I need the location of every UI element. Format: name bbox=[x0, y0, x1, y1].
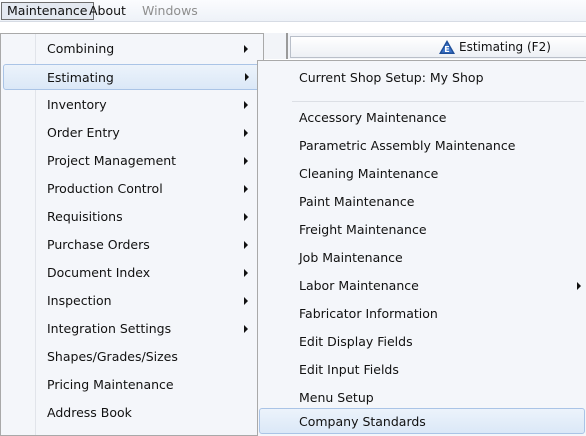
submenu-arrow-icon bbox=[244, 297, 248, 305]
menu-item-label: Inspection bbox=[47, 293, 112, 308]
menu-item-production-control[interactable]: Production Control bbox=[3, 176, 261, 202]
menu-item-label: Integration Settings bbox=[47, 321, 172, 336]
maintenance-dropdown: Combining Estimating Inventory Order Ent… bbox=[0, 33, 264, 436]
menu-separator bbox=[292, 101, 584, 102]
menu-item-label: Accessory Maintenance bbox=[299, 110, 447, 125]
menu-bar: Maintenance About Windows bbox=[0, 0, 586, 22]
menu-item-label: Job Maintenance bbox=[299, 250, 403, 265]
menu-item-label: Edit Input Fields bbox=[299, 362, 399, 377]
menu-item-combining[interactable]: Combining bbox=[3, 36, 261, 62]
menu-item-label: Cleaning Maintenance bbox=[299, 166, 439, 181]
menu-item-label: Estimating bbox=[47, 70, 114, 85]
menu-item-tax-groups[interactable]: Tax Groups bbox=[3, 428, 261, 435]
menu-item-label: Order Entry bbox=[47, 125, 120, 140]
submenu-arrow-icon bbox=[244, 185, 248, 193]
menu-item-order-entry[interactable]: Order Entry bbox=[3, 120, 261, 146]
menu-item-label: Address Book bbox=[47, 405, 132, 420]
tab-estimating[interactable]: E Estimating (F2) bbox=[290, 36, 586, 58]
splitter-handle[interactable] bbox=[286, 33, 288, 59]
menu-item-label: Pricing Maintenance bbox=[47, 377, 174, 392]
menu-item-fabricator-information[interactable]: Fabricator Information bbox=[259, 301, 585, 327]
submenu-arrow-icon bbox=[244, 269, 248, 277]
menu-item-label: Inventory bbox=[47, 97, 107, 112]
svg-text:E: E bbox=[444, 45, 449, 54]
menu-item-job-maintenance[interactable]: Job Maintenance bbox=[259, 245, 585, 271]
menu-item-label: Current Shop Setup: My Shop bbox=[299, 70, 484, 85]
window-tab-strip: E Estimating (F2) bbox=[264, 33, 586, 59]
menu-item-purchase-orders[interactable]: Purchase Orders bbox=[3, 232, 261, 258]
menu-item-label: Labor Maintenance bbox=[299, 278, 419, 293]
menu-item-label: Purchase Orders bbox=[47, 237, 150, 252]
menu-item-cleaning-maintenance[interactable]: Cleaning Maintenance bbox=[259, 161, 585, 187]
menu-item-edit-display-fields[interactable]: Edit Display Fields bbox=[259, 329, 585, 355]
menu-item-current-shop-setup[interactable]: Current Shop Setup: My Shop bbox=[259, 65, 585, 91]
menu-item-label: Paint Maintenance bbox=[299, 194, 415, 209]
submenu-arrow-icon bbox=[244, 213, 248, 221]
menu-item-paint-maintenance[interactable]: Paint Maintenance bbox=[259, 189, 585, 215]
menu-item-shapes-grades-sizes[interactable]: Shapes/Grades/Sizes bbox=[3, 344, 261, 370]
submenu-arrow-icon bbox=[244, 45, 248, 53]
estimating-icon: E bbox=[439, 40, 455, 54]
menu-item-document-index[interactable]: Document Index bbox=[3, 260, 261, 286]
submenu-arrow-icon bbox=[244, 101, 248, 109]
menu-maintenance[interactable]: Maintenance bbox=[1, 2, 94, 20]
submenu-arrow-icon bbox=[577, 282, 581, 290]
menu-item-label: Production Control bbox=[47, 181, 163, 196]
menu-item-integration-settings[interactable]: Integration Settings bbox=[3, 316, 261, 342]
menu-windows[interactable]: Windows bbox=[137, 2, 203, 20]
menu-item-inspection[interactable]: Inspection bbox=[3, 288, 261, 314]
menu-item-label: Project Management bbox=[47, 153, 177, 168]
menu-item-label: Shapes/Grades/Sizes bbox=[47, 349, 178, 364]
submenu-arrow-icon bbox=[244, 129, 248, 137]
menu-item-edit-input-fields[interactable]: Edit Input Fields bbox=[259, 357, 585, 383]
menu-item-label: Requisitions bbox=[47, 209, 123, 224]
tab-label: Estimating (F2) bbox=[459, 40, 551, 54]
menu-item-inventory[interactable]: Inventory bbox=[3, 92, 261, 118]
menu-item-label: Company Standards bbox=[299, 414, 426, 429]
menu-item-label: Freight Maintenance bbox=[299, 222, 427, 237]
menu-item-address-book[interactable]: Address Book bbox=[3, 400, 261, 426]
menu-item-label: Parametric Assembly Maintenance bbox=[299, 138, 516, 153]
menu-item-label: Tax Groups bbox=[47, 428, 116, 435]
menu-item-label: Edit Display Fields bbox=[299, 334, 413, 349]
estimating-submenu: Current Shop Setup: My Shop Accessory Ma… bbox=[257, 60, 586, 436]
menu-item-project-management[interactable]: Project Management bbox=[3, 148, 261, 174]
menu-item-label: Fabricator Information bbox=[299, 306, 438, 321]
menu-item-company-standards[interactable]: Company Standards bbox=[259, 408, 585, 434]
menu-item-label: Document Index bbox=[47, 265, 151, 280]
menu-item-estimating[interactable]: Estimating bbox=[3, 64, 261, 90]
menu-item-parametric-assembly-maintenance[interactable]: Parametric Assembly Maintenance bbox=[259, 133, 585, 159]
menu-item-requisitions[interactable]: Requisitions bbox=[3, 204, 261, 230]
menu-item-label: Combining bbox=[47, 41, 115, 56]
menu-item-accessory-maintenance[interactable]: Accessory Maintenance bbox=[259, 105, 585, 131]
submenu-arrow-icon bbox=[244, 241, 248, 249]
menu-item-labor-maintenance[interactable]: Labor Maintenance bbox=[259, 273, 585, 299]
submenu-arrow-icon bbox=[244, 157, 248, 165]
menu-item-pricing-maintenance[interactable]: Pricing Maintenance bbox=[3, 372, 261, 398]
menu-item-freight-maintenance[interactable]: Freight Maintenance bbox=[259, 217, 585, 243]
submenu-arrow-icon bbox=[244, 325, 248, 333]
menu-about[interactable]: About bbox=[84, 2, 131, 20]
submenu-arrow-icon bbox=[245, 73, 249, 81]
